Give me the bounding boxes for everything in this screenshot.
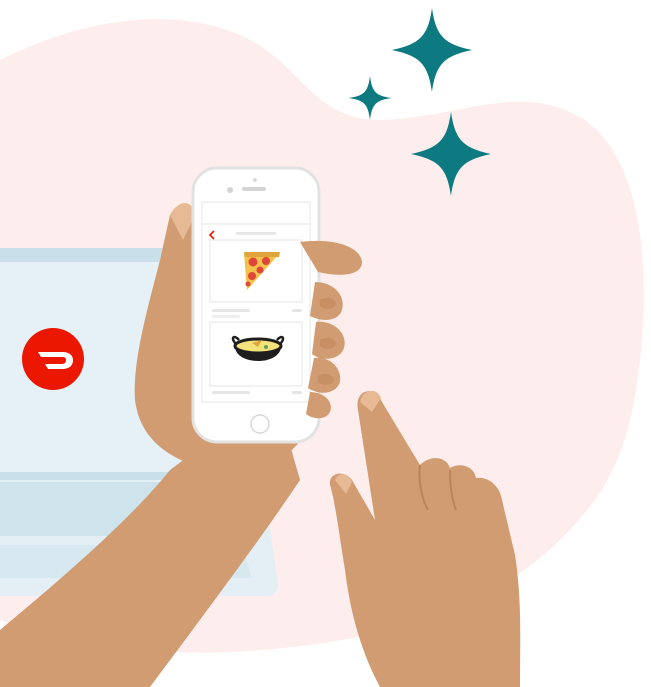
sparkle-icon [348, 76, 392, 120]
hero-illustration [0, 0, 651, 687]
doordash-logo-icon [22, 328, 84, 390]
phone [191, 166, 321, 444]
home-button[interactable] [250, 414, 270, 434]
sparkle-icon [392, 8, 472, 92]
